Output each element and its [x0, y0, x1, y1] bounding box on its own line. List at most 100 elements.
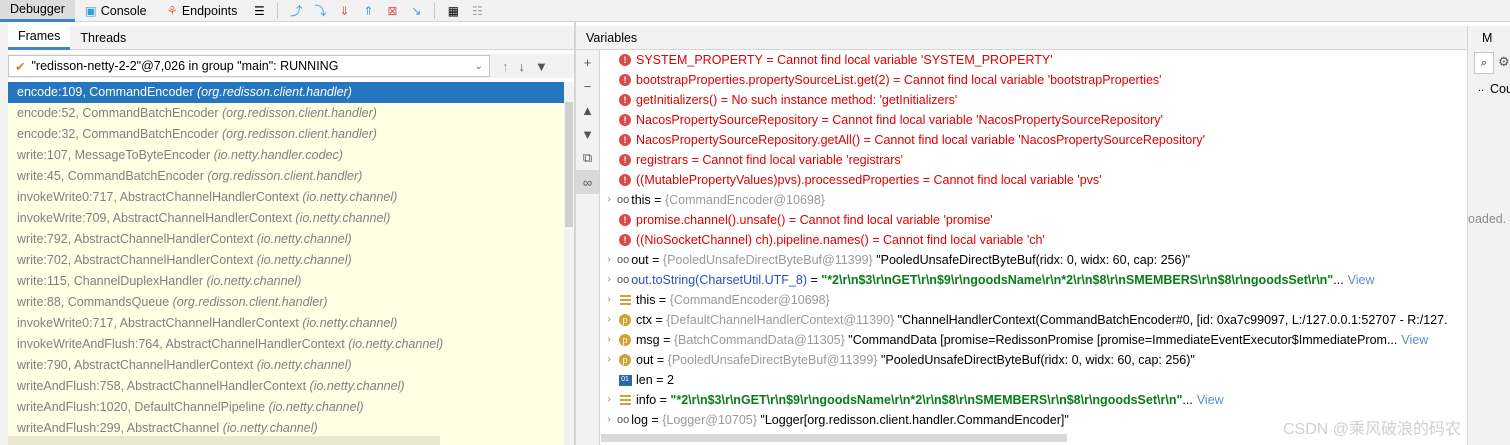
run-to-cursor-icon[interactable]: ↘	[406, 1, 426, 21]
var-name: log	[631, 413, 648, 427]
frame-row[interactable]: writeAndFlush:758, AbstractChannelHandle…	[8, 376, 564, 397]
watch-error-row[interactable]: ! ((NioSocketChannel) ch).pipeline.names(…	[601, 230, 1467, 250]
variables-scrollbar-horizontal[interactable]	[601, 434, 1067, 442]
frame-row[interactable]: encode:32, CommandBatchEncoder (org.redi…	[8, 124, 564, 145]
variable-row[interactable]: › p msg = {BatchCommandData@11305} "Comm…	[601, 330, 1467, 350]
frame-row[interactable]: write:107, MessageToByteEncoder (io.nett…	[8, 145, 564, 166]
tab-frames[interactable]: Frames	[8, 25, 71, 50]
frame-row[interactable]: invokeWrite0:717, AbstractChannelHandler…	[8, 313, 564, 334]
watch-error-row[interactable]: ! registrars = Cannot find local variable…	[601, 150, 1467, 170]
watch-row[interactable]: › oo out = {PooledUnsafeDirectByteBuf@11…	[601, 250, 1467, 270]
frame-row[interactable]: write:792, AbstractChannelHandlerContext…	[8, 229, 564, 250]
variable-row[interactable]: 01 len = 2	[601, 370, 1467, 390]
frame-package: (org.redisson.client.handler)	[222, 106, 377, 120]
view-link[interactable]: View	[1401, 330, 1428, 350]
arrow-down-icon[interactable]: ↓	[519, 59, 526, 74]
add-watch-icon[interactable]: +	[576, 50, 599, 74]
separator	[277, 2, 279, 19]
search-icon[interactable]: ⌕	[1474, 52, 1494, 74]
frame-row[interactable]: invokeWrite0:717, AbstractChannelHandler…	[8, 187, 564, 208]
menu-icon[interactable]: ☰	[249, 1, 269, 21]
tab-endpoints[interactable]: ⚘ Endpoints	[157, 0, 248, 22]
gear-icon[interactable]: ⚙	[1498, 54, 1510, 70]
expand-icon[interactable]: ›	[601, 310, 617, 330]
variable-row[interactable]: › p out = {PooledUnsafeDirectByteBuf@113…	[601, 350, 1467, 370]
frame-row[interactable]: invokeWriteAndFlush:764, AbstractChannel…	[8, 334, 564, 355]
var-value: "ChannelHandlerContext(CommandBatchEncod…	[897, 313, 1448, 327]
expand-icon[interactable]: ›	[601, 350, 617, 370]
expand-icon[interactable]: ›	[601, 250, 617, 270]
move-down-icon[interactable]: ▼	[576, 122, 599, 146]
expand-icon[interactable]: ›	[601, 410, 617, 430]
expand-icon[interactable]: ›	[601, 290, 617, 310]
var-name: len	[636, 373, 653, 387]
var-name: NacosPropertySourceRepository	[636, 113, 819, 127]
frame-package: (io.netty.channel)	[309, 379, 405, 393]
frame-row[interactable]: write:702, AbstractChannelHandlerContext…	[8, 250, 564, 271]
move-up-icon[interactable]: ▲	[576, 98, 599, 122]
scrollbar-thumb[interactable]	[565, 102, 573, 227]
force-step-into-icon[interactable]: ⇓	[334, 1, 354, 21]
thread-select[interactable]: ✔ "redisson-netty-2-2"@7,026 in group "m…	[8, 55, 490, 77]
parameter-icon: p	[617, 313, 633, 327]
expand-icon[interactable]: ›	[601, 330, 617, 350]
drop-frame-icon[interactable]: ⊠	[382, 1, 402, 21]
duplicate-icon[interactable]: ⧉	[576, 146, 599, 170]
tab-console[interactable]: ▣ Console	[75, 0, 157, 22]
frame-method: write:45, CommandBatchEncoder	[17, 169, 204, 183]
evaluate-expression-icon[interactable]: ▦	[443, 1, 463, 21]
watch-row[interactable]: › oo out.toString(CharsetUtil.UTF_8) = "…	[601, 270, 1467, 290]
remove-watch-icon[interactable]: −	[576, 74, 599, 98]
frame-row[interactable]: write:45, CommandBatchEncoder (org.redis…	[8, 166, 564, 187]
frame-row[interactable]: write:115, ChannelDuplexHandler (io.nett…	[8, 271, 564, 292]
watch-error-row[interactable]: ! SYSTEM_PROPERTY = Cannot find local var…	[601, 50, 1467, 70]
count-column-header[interactable]: Cou	[1490, 82, 1510, 96]
watch-error-row[interactable]: ! bootstrapProperties.propertySourceList.…	[601, 70, 1467, 90]
watch-error-row[interactable]: ! promise.channel().unsafe() = Cannot fin…	[601, 210, 1467, 230]
var-name: bootstrapProperties.propertySourceList.g…	[636, 73, 890, 87]
tab-memory[interactable]: M	[1468, 26, 1510, 50]
tab-debugger[interactable]: Debugger	[0, 0, 75, 22]
variables-header: Variables	[576, 26, 1467, 50]
frame-row[interactable]: encode:109, CommandEncoder (org.redisson…	[8, 82, 564, 103]
step-out-icon[interactable]: ⇑	[358, 1, 378, 21]
frame-row[interactable]: write:790, AbstractChannelHandlerContext…	[8, 355, 564, 376]
variable-row[interactable]: › this = {CommandEncoder@10698}	[601, 290, 1467, 310]
tab-threads[interactable]: Threads	[70, 26, 136, 50]
variable-row[interactable]: › p ctx = {DefaultChannelHandlerContext@…	[601, 310, 1467, 330]
show-execution-point-icon[interactable]: ⤴	[286, 1, 306, 21]
arrow-up-icon[interactable]: ↑	[502, 59, 509, 74]
thread-label: "redisson-netty-2-2"@7,026 in group "mai…	[31, 59, 339, 73]
frames-scrollbar-horizontal[interactable]	[8, 436, 440, 445]
expand-icon[interactable]: ›	[601, 190, 617, 210]
watch-error-row[interactable]: ! NacosPropertySourceRepository.getAll() …	[601, 130, 1467, 150]
step-over-icon[interactable]: ⤵	[310, 1, 330, 21]
watch-glasses-icon: oo	[617, 414, 630, 426]
show-watches-icon[interactable]: ∞	[576, 170, 599, 194]
watch-error-row[interactable]: ! ((MutablePropertyValues)pvs).processedP…	[601, 170, 1467, 190]
var-value: "Logger[org.redisson.client.handler.Comm…	[760, 413, 1069, 427]
frame-row[interactable]: invokeWrite:709, AbstractChannelHandlerC…	[8, 208, 564, 229]
view-link[interactable]: View	[1348, 270, 1375, 290]
ellipsis: ...	[1333, 273, 1344, 287]
frames-scrollbar[interactable]	[564, 82, 574, 445]
watch-glasses-icon: oo	[617, 254, 630, 266]
expand-icon[interactable]: ›	[601, 270, 617, 290]
expand-icon[interactable]: ›	[601, 390, 617, 410]
trace-icon[interactable]: ☷	[467, 1, 487, 21]
var-name: ctx	[636, 313, 652, 327]
frame-package: (org.redisson.client.handler)	[197, 85, 352, 99]
frame-method: writeAndFlush:299, AbstractChannel	[17, 421, 220, 435]
watch-row[interactable]: › oo this = {CommandEncoder@10698}	[601, 190, 1467, 210]
frame-row[interactable]: encode:52, CommandBatchEncoder (org.redi…	[8, 103, 564, 124]
frame-method: invokeWrite:709, AbstractChannelHandlerC…	[17, 211, 292, 225]
frame-row[interactable]: writeAndFlush:1020, DefaultChannelPipeli…	[8, 397, 564, 418]
watch-error-row[interactable]: ! NacosPropertySourceRepository = Cannot …	[601, 110, 1467, 130]
error-message: Cannot find local variable 'promise'	[799, 213, 993, 227]
view-link[interactable]: View	[1197, 390, 1224, 410]
frame-row[interactable]: write:88, CommandsQueue (org.redisson.cl…	[8, 292, 564, 313]
tab-label: Threads	[80, 30, 127, 45]
variable-row[interactable]: › info = "*2\r\n$3\r\nGET\r\n$9\r\ngoods…	[601, 390, 1467, 410]
watch-error-row[interactable]: ! getInitializers() = No such instance me…	[601, 90, 1467, 110]
filter-icon[interactable]: ▼	[535, 59, 548, 74]
